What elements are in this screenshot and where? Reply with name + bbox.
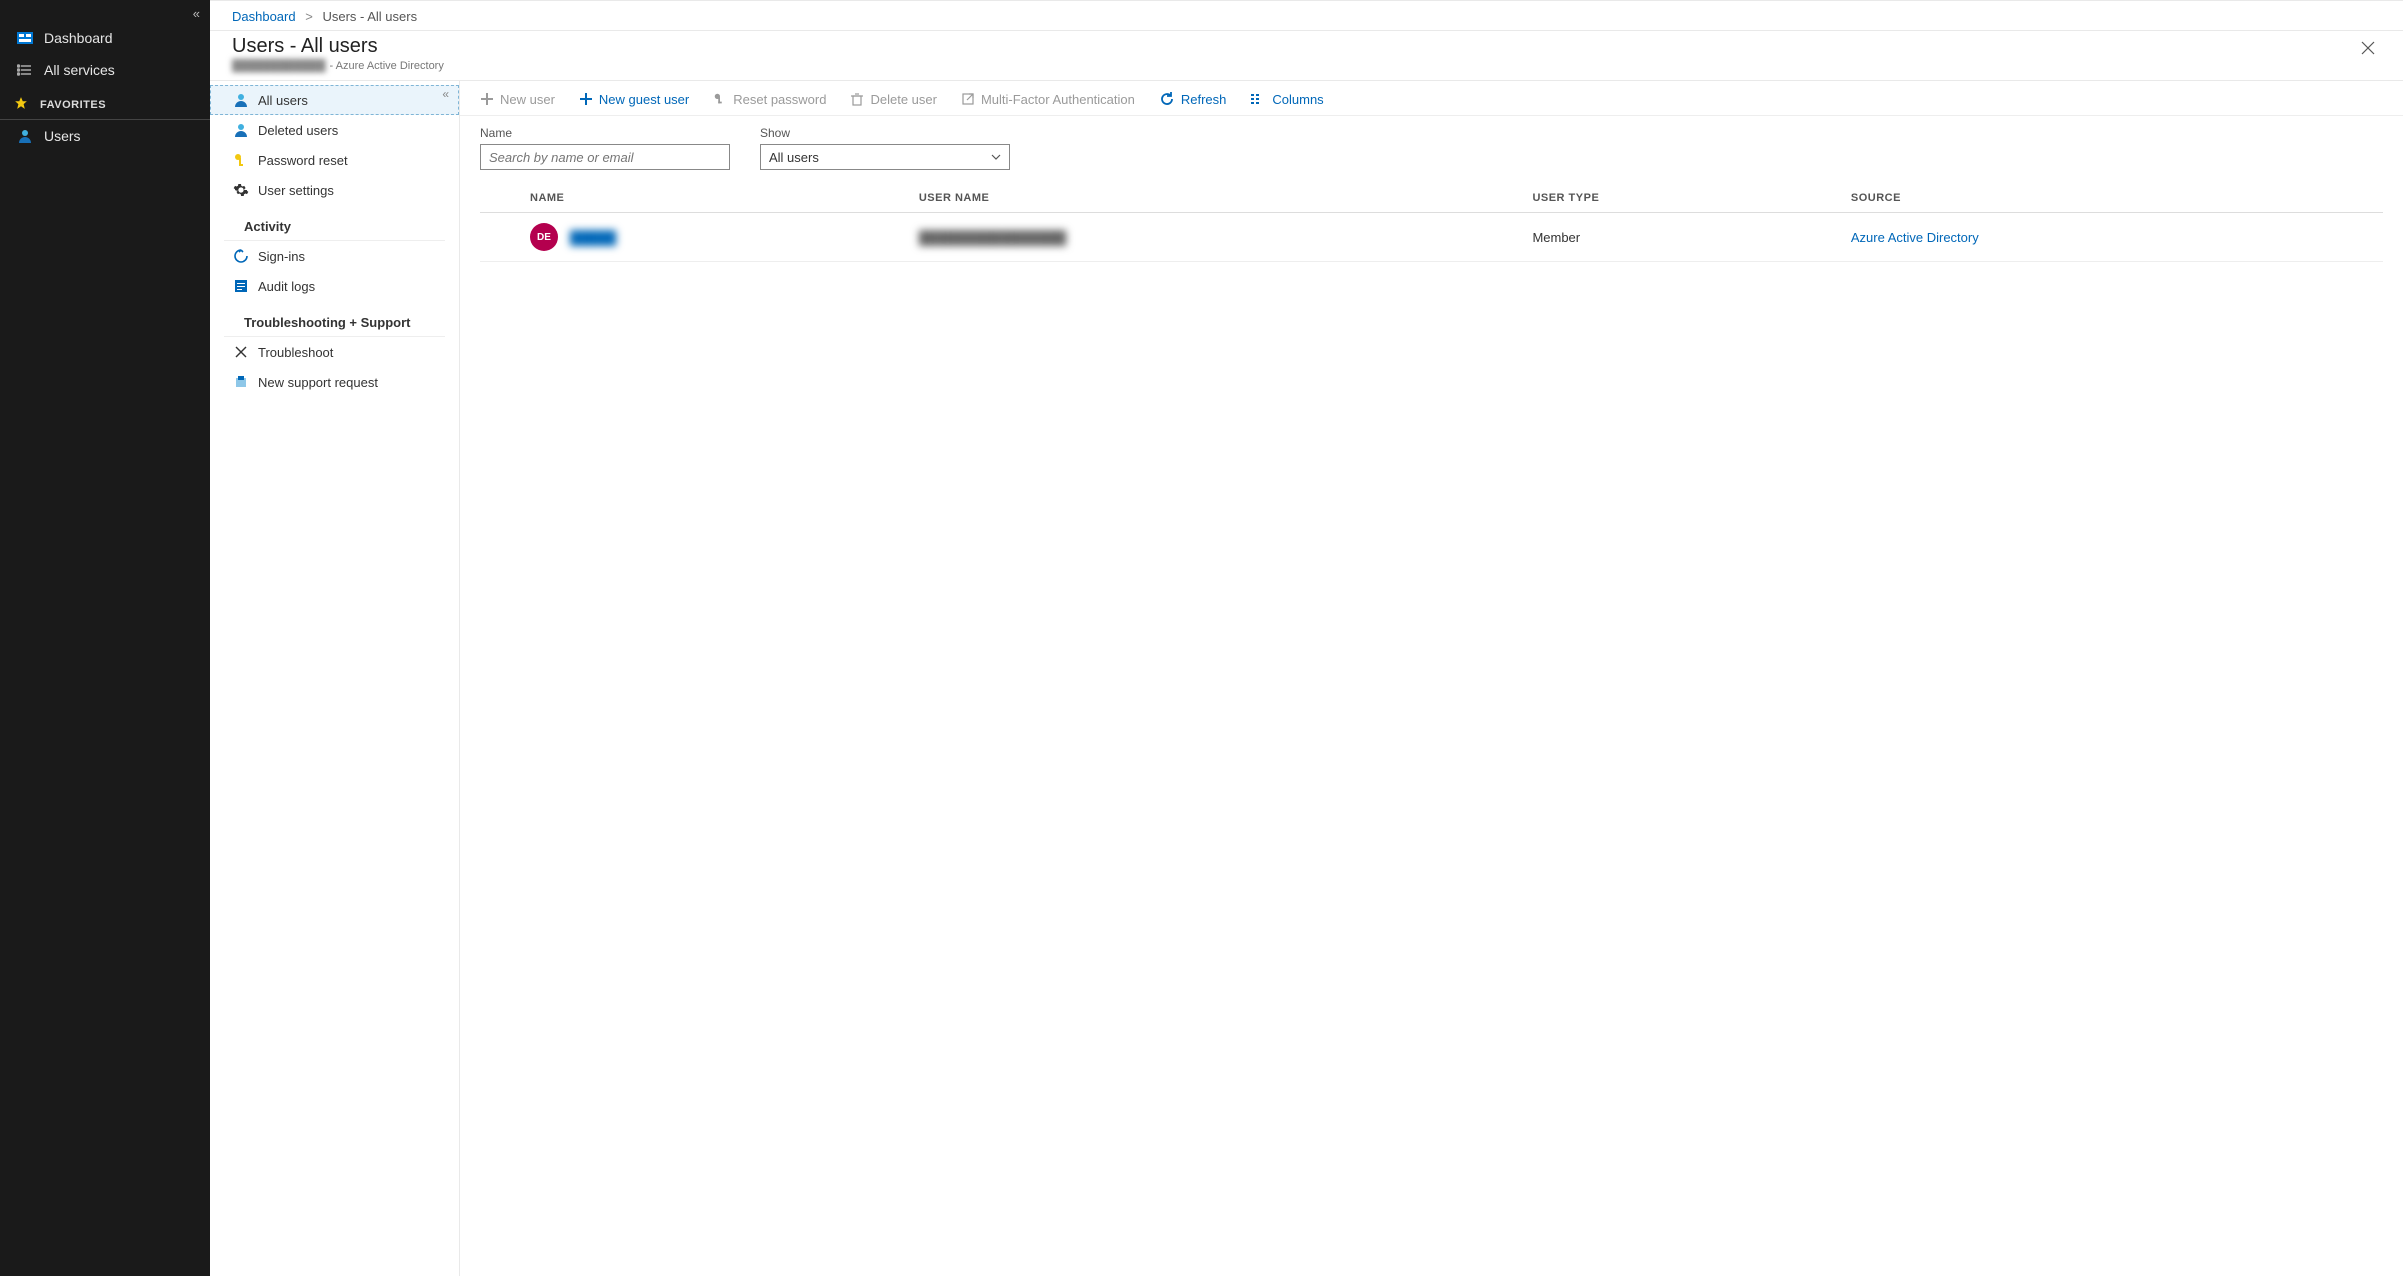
user-icon: [14, 128, 36, 144]
support-ticket-icon: [230, 374, 252, 390]
users-table: NAME USER NAME USER TYPE SOURCE DE: [480, 184, 2383, 262]
subnav-signins[interactable]: Sign-ins: [210, 241, 459, 271]
user-type: Member: [1532, 230, 1580, 245]
subnav-collapse-icon[interactable]: «: [442, 87, 449, 101]
subnav-item-label: Sign-ins: [258, 249, 305, 264]
delete-user-button[interactable]: Delete user: [850, 92, 936, 107]
toolbar: New user New guest user Reset password: [460, 81, 2403, 116]
subnav-item-label: Troubleshoot: [258, 345, 333, 360]
search-input[interactable]: [480, 144, 730, 170]
nav-all-services[interactable]: All services: [0, 54, 210, 86]
page-subtitle-suffix: - Azure Active Directory: [330, 60, 444, 72]
subnav-item-label: Deleted users: [258, 123, 338, 138]
filter-name: Name: [480, 126, 730, 170]
tool-label: Delete user: [870, 92, 936, 107]
filter-name-label: Name: [480, 126, 730, 140]
col-username[interactable]: USER NAME: [909, 184, 1523, 213]
tool-label: Reset password: [733, 92, 826, 107]
page-subtitle: ████████████ - Azure Active Directory: [232, 60, 444, 72]
close-blade-button[interactable]: [2353, 35, 2383, 64]
tool-label: New user: [500, 92, 555, 107]
show-dropdown-value: All users: [769, 150, 819, 165]
user-source[interactable]: Azure Active Directory: [1851, 230, 1979, 245]
chevron-down-icon: [991, 150, 1001, 165]
tenant-name-masked: ████████████: [232, 60, 326, 72]
trash-icon: [850, 92, 864, 106]
subnav-deleted-users[interactable]: Deleted users: [210, 115, 459, 145]
list-icon: [14, 62, 36, 78]
show-dropdown[interactable]: All users: [760, 144, 1010, 170]
plus-icon: [579, 92, 593, 106]
tool-label: New guest user: [599, 92, 689, 107]
subnav-item-label: Audit logs: [258, 279, 315, 294]
gear-icon: [230, 182, 252, 198]
dashboard-icon: [14, 30, 36, 46]
user-icon: [230, 122, 252, 138]
nav-dashboard[interactable]: Dashboard: [0, 22, 210, 54]
refresh-button[interactable]: Refresh: [1159, 91, 1227, 107]
user-icon: [230, 92, 252, 108]
key-icon: [230, 152, 252, 168]
subnav-audit-logs[interactable]: Audit logs: [210, 271, 459, 301]
log-icon: [230, 278, 252, 294]
avatar: DE: [530, 223, 558, 251]
user-display-name[interactable]: █████: [570, 230, 616, 245]
nav-all-services-label: All services: [44, 62, 115, 78]
breadcrumb-current: Users - All users: [322, 9, 417, 24]
key-icon: [713, 92, 727, 106]
nav-favorites-header: FAVORITES: [0, 86, 210, 120]
mfa-button[interactable]: Multi-Factor Authentication: [961, 92, 1135, 107]
columns-icon: [1250, 91, 1266, 107]
user-principal-name: ████████████████: [919, 230, 1066, 245]
tool-label: Multi-Factor Authentication: [981, 92, 1135, 107]
columns-button[interactable]: Columns: [1250, 91, 1323, 107]
blade-users: Users - All users ████████████ - Azure A…: [210, 30, 2403, 1276]
signin-icon: [230, 248, 252, 264]
col-source[interactable]: SOURCE: [1841, 184, 2383, 213]
subnav-item-label: User settings: [258, 183, 334, 198]
filter-show: Show All users: [760, 126, 1010, 170]
nav-users-label: Users: [44, 128, 81, 144]
subnav-section-activity: Activity: [224, 205, 445, 241]
subnav-password-reset[interactable]: Password reset: [210, 145, 459, 175]
subnav-item-label: New support request: [258, 375, 378, 390]
filter-show-label: Show: [760, 126, 1010, 140]
new-user-button[interactable]: New user: [480, 92, 555, 107]
subnav-item-label: Password reset: [258, 153, 348, 168]
blade-main: New user New guest user Reset password: [460, 81, 2403, 1276]
nav-dashboard-label: Dashboard: [44, 30, 113, 46]
content-area: Dashboard > Users - All users Users - Al…: [210, 0, 2403, 1276]
breadcrumb: Dashboard > Users - All users: [210, 0, 2403, 30]
blade-header: Users - All users ████████████ - Azure A…: [210, 31, 2403, 80]
subnav-item-label: All users: [258, 93, 308, 108]
subnav-troubleshoot[interactable]: Troubleshoot: [210, 337, 459, 367]
subnav-new-support[interactable]: New support request: [210, 367, 459, 397]
leftnav-collapse-icon[interactable]: «: [193, 6, 200, 21]
tools-icon: [230, 344, 252, 360]
subnav-all-users[interactable]: All users: [210, 85, 459, 115]
breadcrumb-separator-icon: >: [305, 9, 313, 24]
star-icon: [14, 96, 36, 113]
breadcrumb-root[interactable]: Dashboard: [232, 9, 296, 24]
tool-label: Columns: [1272, 92, 1323, 107]
tool-label: Refresh: [1181, 92, 1227, 107]
col-usertype[interactable]: USER TYPE: [1522, 184, 1840, 213]
blade-subnav: « All users Deleted users: [210, 81, 460, 1276]
filters: Name Show All users: [460, 116, 2403, 174]
col-name[interactable]: NAME: [520, 184, 909, 213]
new-guest-user-button[interactable]: New guest user: [579, 92, 689, 107]
nav-favorites-label: FAVORITES: [40, 99, 106, 111]
page-title: Users - All users: [232, 35, 444, 58]
reset-password-button[interactable]: Reset password: [713, 92, 826, 107]
subnav-user-settings[interactable]: User settings: [210, 175, 459, 205]
refresh-icon: [1159, 91, 1175, 107]
table-row[interactable]: DE █████ ████████████████ Member Azure A…: [480, 213, 2383, 262]
plus-icon: [480, 92, 494, 106]
global-left-nav: « Dashboard All services FAVORITES Users: [0, 0, 210, 1276]
subnav-section-support: Troubleshooting + Support: [224, 301, 445, 337]
external-link-icon: [961, 92, 975, 106]
nav-users[interactable]: Users: [0, 120, 210, 152]
